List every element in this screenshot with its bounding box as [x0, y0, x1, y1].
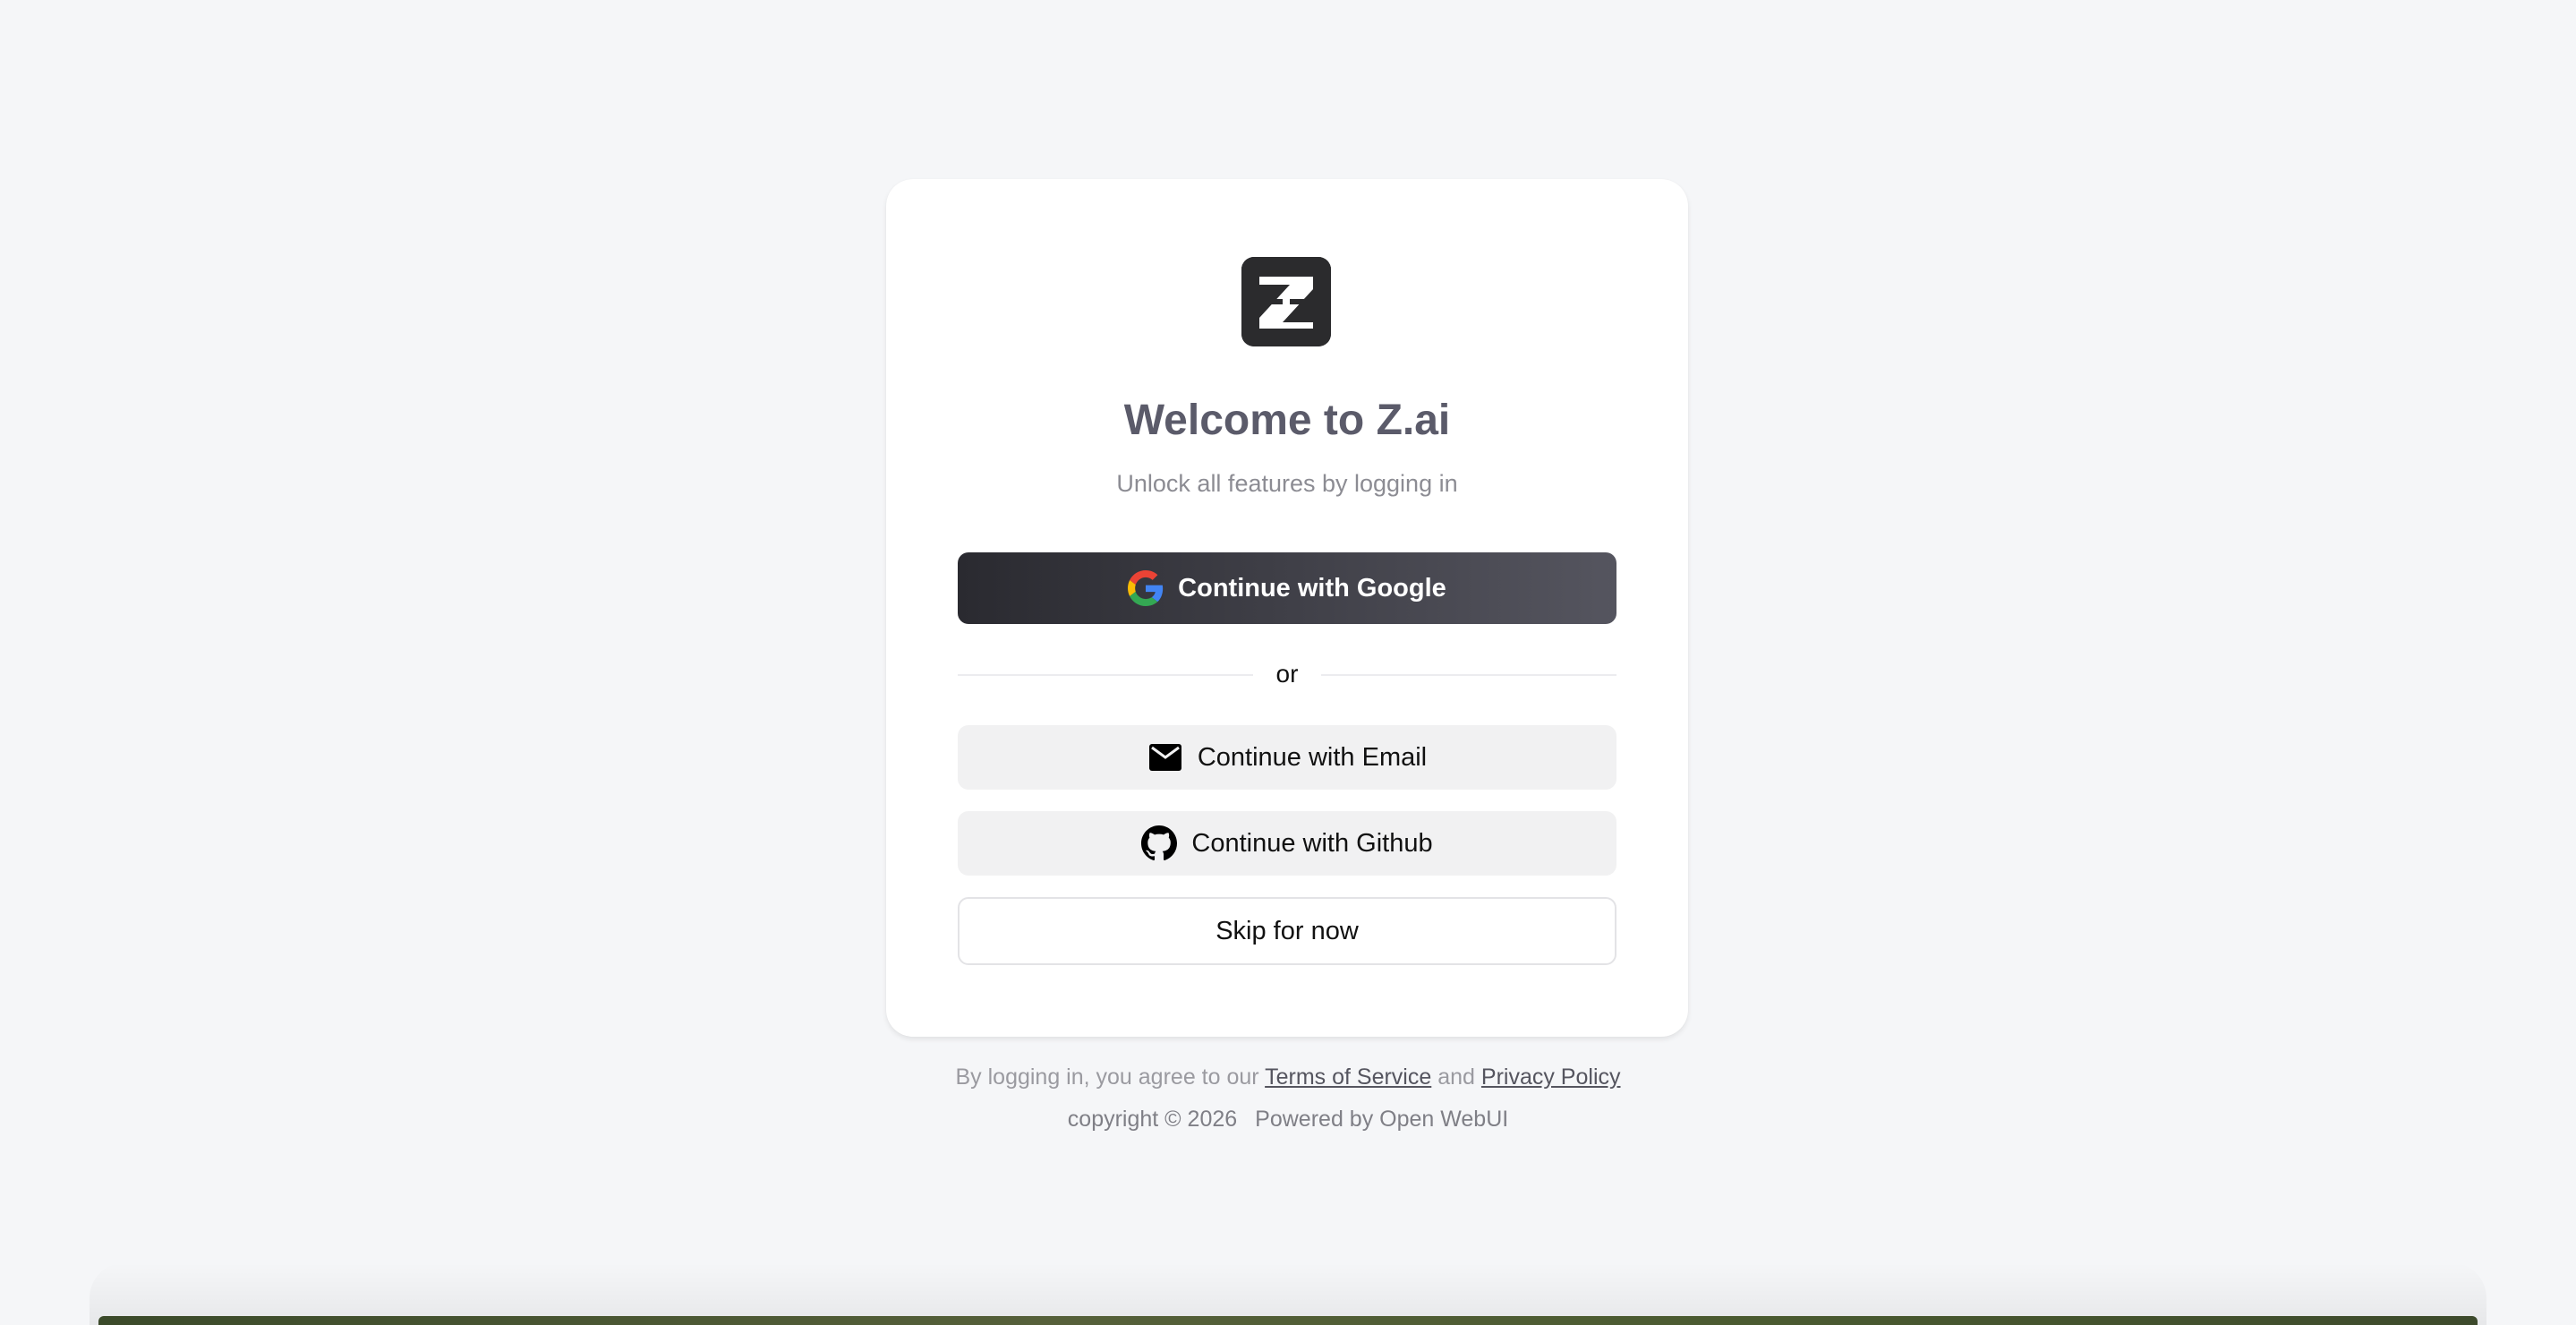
terms-notice: By logging in, you agree to our Terms of…	[0, 1062, 2576, 1092]
github-button-label: Continue with Github	[1191, 828, 1433, 858]
continue-with-email-button[interactable]: Continue with Email	[958, 725, 1616, 790]
terms-and: and	[1437, 1064, 1475, 1090]
terms-of-service-link[interactable]: Terms of Service	[1265, 1064, 1431, 1090]
skip-for-now-button[interactable]: Skip for now	[958, 897, 1616, 965]
mail-icon	[1147, 739, 1183, 775]
email-button-label: Continue with Email	[1197, 742, 1428, 772]
continue-with-github-button[interactable]: Continue with Github	[958, 811, 1616, 876]
privacy-policy-link[interactable]: Privacy Policy	[1481, 1064, 1621, 1090]
github-icon	[1141, 825, 1178, 861]
skip-button-label: Skip for now	[1215, 916, 1359, 945]
bottom-wallpaper-strip	[98, 1316, 2478, 1325]
terms-prefix: By logging in, you agree to our	[955, 1064, 1259, 1090]
google-g-icon	[1128, 570, 1164, 606]
powered-by-text: Powered by Open WebUI	[1255, 1107, 1509, 1132]
copyright-text: copyright © 2026	[1067, 1107, 1238, 1132]
page-title: Welcome to Z.ai	[1123, 397, 1451, 444]
divider-line-right	[1321, 674, 1616, 676]
continue-with-google-button[interactable]: Continue with Google	[958, 552, 1616, 624]
z-logo-icon	[1241, 257, 1331, 346]
or-divider: or	[958, 656, 1616, 692]
page-subtitle: Unlock all features by logging in	[1116, 470, 1458, 497]
login-card: Welcome to Z.ai Unlock all features by l…	[886, 179, 1688, 1037]
google-button-label: Continue with Google	[1178, 573, 1446, 603]
copyright-line: copyright © 2026 Powered by Open WebUI	[0, 1104, 2576, 1134]
